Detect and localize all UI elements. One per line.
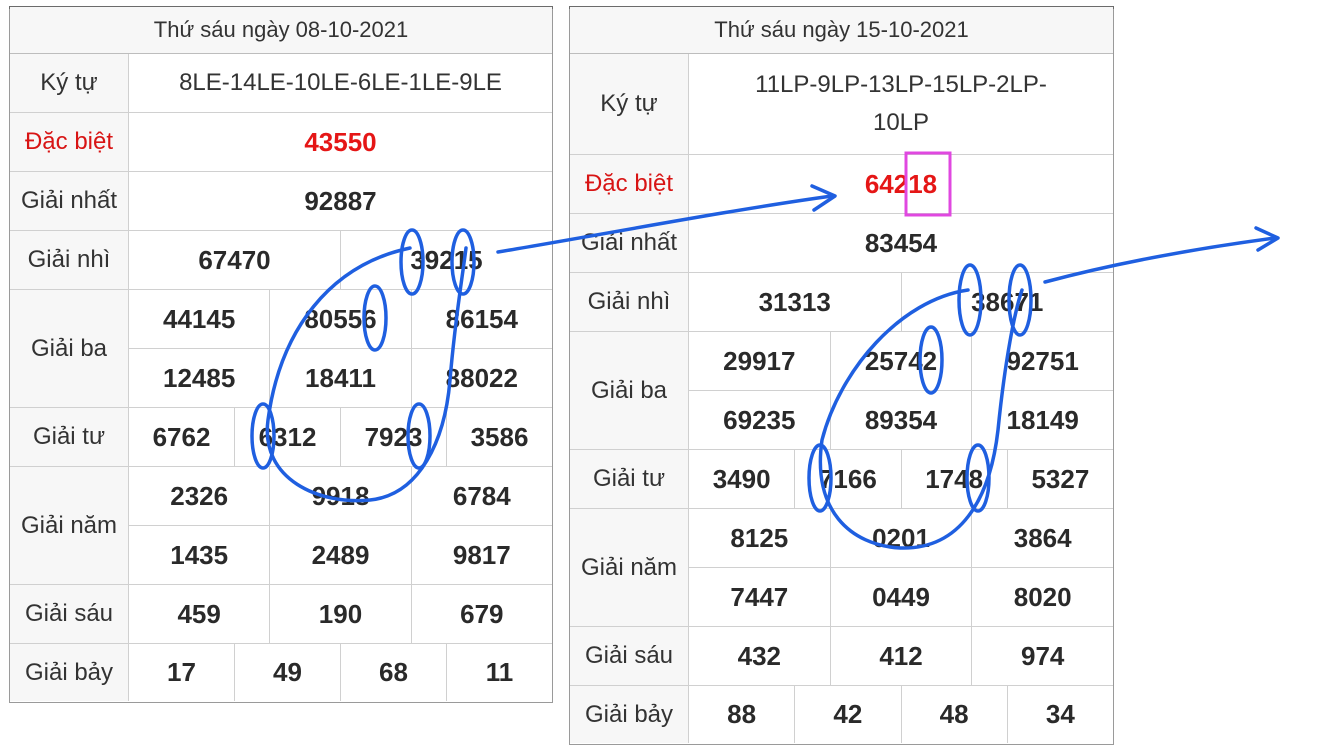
- row-label: Giải nhì: [570, 273, 689, 331]
- table-date-title: Thứ sáu ngày 15-10-2021: [570, 7, 1113, 54]
- prize-value: 7923: [340, 408, 446, 466]
- prize-value: 679: [410, 585, 552, 643]
- row-dac-biet: Đặc biệt 64218: [570, 155, 1113, 214]
- prize-value: 86154: [410, 290, 552, 348]
- prize-value: 80556: [269, 290, 410, 348]
- row-giai-ba: Giải ba 29917 25742 92751 69235 89354 18…: [570, 332, 1113, 450]
- prize-value: 6312: [234, 408, 340, 466]
- prize-value: 6784: [410, 467, 552, 525]
- row-label: Giải tư: [570, 450, 689, 508]
- row-dac-biet: Đặc biệt 43550: [10, 113, 552, 172]
- prize-value: 38671: [900, 273, 1114, 331]
- prize-value: 34: [1006, 686, 1113, 743]
- prize-value: 432: [737, 640, 782, 671]
- row-label: Ký tự: [570, 54, 689, 154]
- prize-value: 8125: [730, 522, 789, 553]
- prize-value: 3586: [446, 408, 552, 466]
- prize-value: 7166: [794, 450, 900, 508]
- row-giai-bay: Giải bảy 88 42 48 34: [570, 686, 1113, 743]
- prize-value: 18149: [971, 391, 1113, 449]
- prize-value: 0449: [829, 568, 972, 626]
- prize-value: 412: [829, 627, 972, 685]
- row-ky-tu: Ký tự 8LE-14LE-10LE-6LE-1LE-9LE: [10, 54, 552, 113]
- row-label: Giải sáu: [570, 627, 689, 685]
- prize-value: 2489: [269, 526, 410, 584]
- prize-value: 83454: [864, 227, 938, 258]
- results-table-2021-10-08: Thứ sáu ngày 08-10-2021 Ký tự 8LE-14LE-1…: [9, 6, 553, 703]
- prize-value: 5327: [1006, 450, 1113, 508]
- prize-value: 2326: [170, 480, 229, 511]
- prize-value: 9918: [269, 467, 410, 525]
- prize-value: 42: [794, 686, 900, 743]
- prize-value: 11: [446, 644, 552, 701]
- row-giai-nhat: Giải nhất 92887: [10, 172, 552, 231]
- row-label: Giải sáu: [10, 585, 129, 643]
- prize-value: 29917: [723, 345, 796, 376]
- row-ky-tu: Ký tự 11LP-9LP-13LP-15LP-2LP- 10LP: [570, 54, 1113, 155]
- prize-value: 3864: [971, 509, 1113, 567]
- row-giai-tu: Giải tư 6762 6312 7923 3586: [10, 408, 552, 467]
- prize-value: 92751: [971, 332, 1113, 390]
- prize-value: 69235: [723, 404, 796, 435]
- row-giai-sau: Giải sáu 459 190 679: [10, 585, 552, 644]
- prize-value: 18411: [269, 349, 410, 407]
- prize-value: 7447: [730, 581, 789, 612]
- right-arrowhead: [1254, 226, 1280, 252]
- row-giai-nhi: Giải nhì 31313 38671: [570, 273, 1113, 332]
- row-label: Giải năm: [10, 467, 129, 584]
- prize-value: 68: [340, 644, 446, 701]
- prize-value: 3490: [712, 463, 771, 494]
- ky-tu-value: 8LE-14LE-10LE-6LE-1LE-9LE: [179, 69, 502, 96]
- prize-value: 17: [167, 657, 196, 687]
- row-label: Giải nhất: [570, 214, 689, 272]
- prize-value: 12485: [163, 362, 236, 393]
- prize-value: 88022: [410, 349, 552, 407]
- prize-value: 49: [234, 644, 340, 701]
- prize-value: 89354: [829, 391, 972, 449]
- ky-tu-value-line1: 11LP-9LP-13LP-15LP-2LP-: [755, 71, 1047, 98]
- row-giai-nhi: Giải nhì 67470 39215: [10, 231, 552, 290]
- row-giai-nam: Giải năm 2326 9918 6784 1435 2489 9817: [10, 467, 552, 585]
- row-label: Đặc biệt: [10, 113, 129, 171]
- prize-value: 25742: [829, 332, 972, 390]
- row-label: Giải năm: [570, 509, 689, 626]
- row-label: Đặc biệt: [570, 155, 689, 213]
- row-giai-nhat: Giải nhất 83454: [570, 214, 1113, 273]
- prize-value: 1748: [900, 450, 1007, 508]
- row-giai-ba: Giải ba 44145 80556 86154 12485 18411 88…: [10, 290, 552, 408]
- row-label: Giải bảy: [570, 686, 689, 743]
- prize-value: 31313: [758, 286, 831, 317]
- special-prize-value: 64218: [864, 168, 938, 199]
- prize-value: 9817: [410, 526, 552, 584]
- prize-value: 48: [900, 686, 1007, 743]
- row-label: Ký tự: [10, 54, 129, 112]
- prize-value: 459: [177, 598, 221, 629]
- prize-value: 0201: [829, 509, 972, 567]
- row-label: Giải nhì: [10, 231, 129, 289]
- prize-value: 44145: [163, 303, 236, 334]
- row-label: Giải bảy: [10, 644, 129, 701]
- row-giai-bay: Giải bảy 17 49 68 11: [10, 644, 552, 701]
- row-giai-nam: Giải năm 8125 0201 3864 7447 0449 8020: [570, 509, 1113, 627]
- prize-value: 67470: [198, 244, 271, 275]
- results-table-2021-10-15: Thứ sáu ngày 15-10-2021 Ký tự 11LP-9LP-1…: [569, 6, 1114, 745]
- row-label: Giải ba: [570, 332, 689, 449]
- prize-value: 190: [269, 585, 410, 643]
- row-label: Giải ba: [10, 290, 129, 407]
- row-label: Giải tư: [10, 408, 129, 466]
- prize-value: 88: [727, 699, 757, 729]
- prize-value: 39215: [340, 231, 552, 289]
- prize-value: 8020: [971, 568, 1113, 626]
- row-label: Giải nhất: [10, 172, 129, 230]
- prize-value: 974: [971, 627, 1113, 685]
- row-giai-tu: Giải tư 3490 7166 1748 5327: [570, 450, 1113, 509]
- prize-value: 92887: [304, 185, 377, 216]
- table-date-title: Thứ sáu ngày 08-10-2021: [10, 7, 552, 54]
- prize-value: 6762: [152, 421, 211, 452]
- ky-tu-value-line2: 10LP: [872, 109, 930, 136]
- special-prize-value: 43550: [304, 126, 377, 157]
- row-giai-sau: Giải sáu 432 412 974: [570, 627, 1113, 686]
- prize-value: 1435: [170, 539, 229, 570]
